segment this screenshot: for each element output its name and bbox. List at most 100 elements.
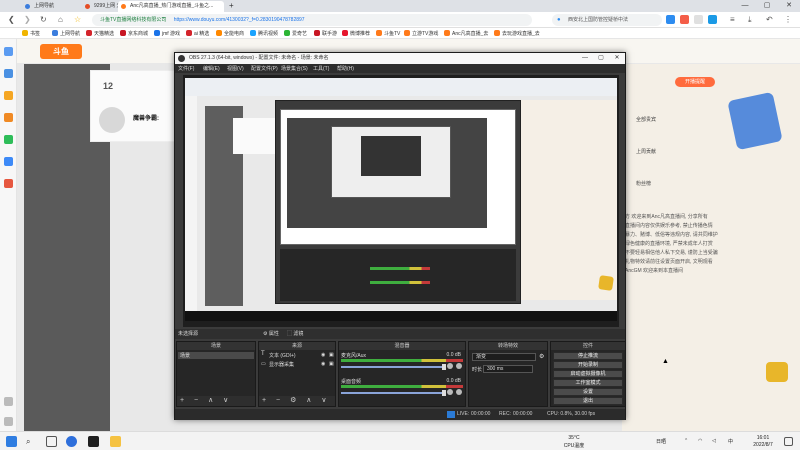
speaker-icon[interactable] [447,363,453,369]
menu-help[interactable]: 帮助(H) [337,65,354,72]
douyu-logo[interactable]: 斗鱼 [40,44,82,59]
avatar[interactable] [99,107,125,133]
maximize-button[interactable]: ▢ [756,0,778,12]
volume-slider[interactable] [341,364,446,370]
bookmark-item[interactable]: 微博推荐 [342,30,370,37]
sidebar-apps-icon[interactable] [4,47,13,56]
menu-scene-collection[interactable]: 场景集合(S) [281,65,308,72]
source-item[interactable]: 显示器采集 [269,361,294,368]
tab-navigation[interactable]: 上网导航 [22,1,80,12]
menu-profile[interactable]: 配置文件(P) [251,65,278,72]
bookmark-item[interactable]: 书签 [22,30,40,37]
tray-label[interactable]: 日晒 [656,438,666,445]
obs-close-button[interactable]: ✕ [609,53,625,64]
filters-button[interactable]: ⬚ 滤镜 [287,329,303,339]
search-input[interactable]: ● 西安北上国防管控疑桥中法 [552,14,662,26]
new-tab-button[interactable]: + [226,1,238,12]
sidebar-settings-icon[interactable] [4,417,13,426]
sidebar-video-icon[interactable] [4,157,13,166]
start-virtual-camera-button[interactable]: 启动虚拟摄像机 [553,370,623,378]
sidebar-mail-icon[interactable] [4,69,13,78]
menu-tools[interactable]: 工具(T) [313,65,329,72]
menu-file[interactable]: 文件(F) [178,65,194,72]
search-icon[interactable] [666,15,675,24]
grid-apps-icon[interactable] [694,15,703,24]
forward-icon[interactable]: ❯ [24,15,31,24]
volume-slider-handle[interactable] [441,390,446,396]
bookmark-item[interactable]: 爱奇艺 [284,30,307,37]
lock-icon[interactable]: ▣ [329,352,334,358]
event-banner-image[interactable] [727,91,783,151]
search-icon[interactable]: ⌕ [26,436,37,447]
volume-icon[interactable]: ◁ [712,438,716,444]
clock-time[interactable]: 16:01 [748,435,778,441]
refresh-icon[interactable]: ↻ [40,15,47,24]
menu-edit[interactable]: 编辑(E) [203,65,220,72]
weather-temp[interactable]: 35°C [558,435,590,441]
gear-icon[interactable] [456,389,462,395]
follow-button[interactable]: 开播提醒 [675,77,715,87]
transition-settings-icon[interactable]: ⚙ [539,353,544,360]
gear-icon[interactable] [456,363,462,369]
bookmark-item[interactable]: 天猫精选 [86,30,114,37]
source-item[interactable]: 文本 (GDI+) [269,352,296,359]
favorite-star-icon[interactable]: ☆ [74,15,81,24]
settings-button[interactable]: 设置 [553,388,623,396]
undo-icon[interactable]: ↶ [766,15,773,24]
tab-douyu[interactable]: Anc凡高直播_热门游戏直播_斗鱼之... [118,1,224,12]
volume-slider-handle[interactable] [441,364,446,370]
sidebar-add-icon[interactable] [4,397,13,406]
minimize-button[interactable]: — [734,0,756,12]
obs-preview-area[interactable] [183,75,619,327]
notification-icon[interactable] [784,437,793,446]
bookmark-item[interactable]: ai 精选 [186,30,209,37]
downloads-icon[interactable]: ⤓ [748,15,752,25]
url-input[interactable]: 斗鱼TV直播网络科技有限公司 https://www.douyu.com/413… [92,14,532,26]
bookmark-item[interactable]: 联手游 [314,30,337,37]
sources-toolbar[interactable]: + − ⚙ ∧ ∨ [259,396,335,406]
visibility-eye-icon[interactable]: ◉ [321,352,325,358]
bookmark-item[interactable]: 腾讯视频 [250,30,278,37]
file-explorer-icon[interactable] [110,436,121,447]
menu-view[interactable]: 视图(V) [227,65,244,72]
stop-streaming-button[interactable]: 停止推流 [553,352,623,360]
bookmark-item[interactable]: 斗鱼TV [376,30,400,37]
duration-input[interactable]: 300 ms [483,365,533,373]
clock-date[interactable]: 2022/8/7 [748,442,778,448]
floating-game-icon[interactable] [766,362,788,382]
browser-account-icon[interactable] [708,15,717,24]
sidebar-news-icon[interactable] [4,179,13,188]
transition-type-select[interactable]: 渐变 [472,353,536,361]
bookmark-item[interactable]: 京东商城 [120,30,148,37]
bookmark-item[interactable]: 全能电商 [216,30,244,37]
visibility-eye-icon[interactable]: ◉ [321,361,325,367]
scene-item[interactable]: 场景 [178,352,254,359]
speaker-icon[interactable] [447,389,453,395]
close-button[interactable]: ✕ [778,0,800,12]
tray-arrow-icon[interactable]: ⌃ [684,438,688,444]
volume-slider[interactable] [341,390,446,396]
bookmark-item[interactable]: 上网导航 [52,30,80,37]
start-recording-button[interactable]: 开始录制 [553,361,623,369]
task-view-icon[interactable] [46,436,57,447]
weather-desc[interactable]: CPU温度 [558,442,590,449]
bookmark-item[interactable]: Anc凡高直播_去 [444,30,488,37]
menu-icon[interactable]: ≡ [730,15,735,24]
obs-taskbar-icon[interactable] [88,436,99,447]
rank-tab[interactable]: 上周贡献 [636,148,656,155]
bookmark-item[interactable]: jmf 游戏 [154,30,180,37]
scenes-toolbar[interactable]: + − ∧ ∨ [177,396,255,406]
rank-tab[interactable]: 粉丝榜 [636,180,651,187]
network-icon[interactable]: ◠ [698,438,702,444]
bookmark-item[interactable]: 去玩游戏直播_去 [494,30,540,37]
start-menu-icon[interactable] [6,436,17,447]
properties-button[interactable]: ⚙ 属性 [263,329,279,339]
rank-tab[interactable]: 全部贵宾 [636,116,656,123]
obs-minimize-button[interactable]: — [577,53,593,64]
home-icon[interactable]: ⌂ [58,15,63,24]
extension-red-icon[interactable] [680,15,689,24]
browser-taskbar-icon[interactable] [66,436,77,447]
ime-icon[interactable]: 中 [728,438,733,445]
bookmark-item[interactable]: 立游TV游戏 [404,30,438,37]
studio-mode-button[interactable]: 工作室模式 [553,379,623,387]
